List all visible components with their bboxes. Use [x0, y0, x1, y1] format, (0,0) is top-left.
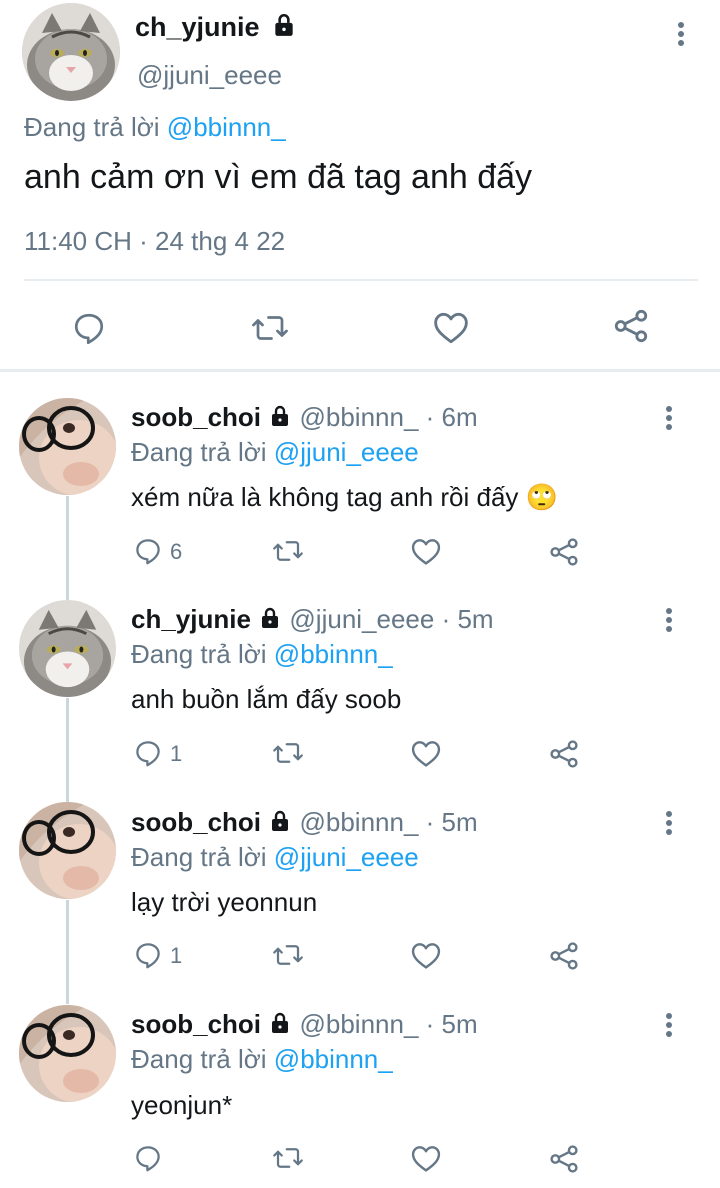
share-icon[interactable]	[548, 1143, 580, 1175]
reply-header: soob_choi @bbinnn_ · 6m	[131, 402, 478, 435]
handle[interactable]: @bbinnn_	[299, 807, 418, 837]
like-icon[interactable]	[410, 738, 442, 768]
more-options-icon[interactable]	[665, 1013, 673, 1040]
display-name[interactable]: soob_choi	[131, 402, 261, 432]
display-name-text[interactable]: ch_yjunie	[135, 12, 260, 42]
display-name[interactable]: soob_choi	[131, 1009, 261, 1039]
replying-to-link[interactable]: @jjuni_eeee	[274, 842, 419, 872]
retweet-icon[interactable]	[271, 536, 305, 566]
share-icon[interactable]	[612, 307, 650, 345]
avatar-glasses[interactable]	[19, 398, 116, 495]
lock-icon	[268, 809, 292, 840]
thread-line	[66, 900, 69, 1004]
replying-to: Đang trả lời @jjuni_eeee	[131, 437, 419, 468]
like-icon[interactable]	[410, 940, 442, 970]
more-options-icon[interactable]	[665, 608, 673, 635]
replying-to: Đang trả lời @bbinnn_	[131, 1044, 393, 1075]
avatar-glasses[interactable]	[19, 802, 116, 899]
retweet-icon[interactable]	[271, 940, 305, 970]
lock-icon	[268, 404, 292, 435]
reply-icon[interactable]	[133, 738, 163, 768]
replying-to-link[interactable]: @bbinnn_	[274, 1044, 393, 1074]
reply-icon[interactable]	[71, 310, 107, 346]
more-options-icon[interactable]	[665, 406, 673, 433]
handle[interactable]: @bbinnn_	[299, 1009, 418, 1039]
replying-to: Đang trả lời @bbinnn_	[131, 639, 393, 670]
reply-text: xém nữa là không tag anh rồi đấy	[131, 482, 519, 512]
share-icon[interactable]	[548, 940, 580, 972]
eye-roll-emoji: 🙄	[525, 482, 559, 512]
reply-header: soob_choi @bbinnn_ · 5m	[131, 807, 478, 840]
reply-time[interactable]: · 5m	[442, 604, 494, 634]
like-icon[interactable]	[410, 536, 442, 566]
replying-prefix: Đang trả lời	[24, 112, 160, 142]
reply-text-row: xém nữa là không tag anh rồi đấy 🙄	[131, 482, 558, 513]
section-divider	[0, 369, 720, 372]
lock-icon	[271, 12, 297, 45]
thread-line	[66, 496, 69, 600]
reply-text: yeonjun*	[131, 1090, 233, 1120]
more-options-icon[interactable]	[677, 22, 685, 49]
replying-to-link[interactable]: @bbinnn_	[167, 112, 286, 142]
reply-icon[interactable]	[133, 1143, 163, 1173]
display-name[interactable]: ch_yjunie	[135, 12, 297, 45]
lock-icon	[268, 1011, 292, 1042]
reply-count: 6	[170, 539, 183, 564]
reply-count: 1	[170, 741, 183, 766]
replying-to-link[interactable]: @jjuni_eeee	[274, 437, 419, 467]
tweet-timestamp[interactable]: 11:40 CH · 24 thg 4 22	[24, 226, 285, 257]
replying-to-link[interactable]: @bbinnn_	[274, 639, 393, 669]
replying-to: Đang trả lời @jjuni_eeee	[131, 842, 419, 873]
reply-time[interactable]: · 5m	[426, 1009, 478, 1039]
retweet-icon[interactable]	[271, 738, 305, 768]
like-icon[interactable]	[410, 1143, 442, 1173]
divider	[24, 279, 698, 281]
handle[interactable]: @bbinnn_	[299, 402, 418, 432]
display-name[interactable]: soob_choi	[131, 807, 261, 837]
retweet-icon[interactable]	[250, 310, 290, 346]
replying-prefix: Đang trả lời	[131, 639, 267, 669]
replying-prefix: Đang trả lời	[131, 1044, 267, 1074]
reply-text: lạy trời yeonnun	[131, 887, 318, 917]
handle[interactable]: @jjuni_eeee	[137, 60, 282, 91]
reply-header: ch_yjunie @jjuni_eeee · 5m	[131, 604, 494, 637]
reply-header: soob_choi @bbinnn_ · 5m	[131, 1009, 478, 1042]
lock-icon	[258, 606, 282, 637]
like-icon[interactable]	[432, 309, 470, 345]
reply-time[interactable]: · 5m	[426, 807, 478, 837]
display-name[interactable]: ch_yjunie	[131, 604, 251, 634]
avatar-cat[interactable]	[22, 3, 120, 101]
more-options-icon[interactable]	[665, 811, 673, 838]
handle[interactable]: @jjuni_eeee	[289, 604, 434, 634]
thread-line	[66, 698, 69, 802]
share-icon[interactable]	[548, 738, 580, 770]
share-icon[interactable]	[548, 536, 580, 568]
retweet-icon[interactable]	[271, 1143, 305, 1173]
replying-prefix: Đang trả lời	[131, 437, 267, 467]
tweet-text: anh cảm ơn vì em đã tag anh đấy	[24, 158, 533, 196]
avatar-glasses[interactable]	[19, 1005, 116, 1102]
replying-prefix: Đang trả lời	[131, 842, 267, 872]
replying-to: Đang trả lời @bbinnn_	[24, 112, 286, 143]
reply-count: 1	[170, 943, 183, 968]
avatar-cat[interactable]	[19, 600, 116, 697]
reply-text: anh buồn lắm đấy soob	[131, 684, 402, 714]
reply-time[interactable]: · 6m	[426, 402, 478, 432]
reply-icon[interactable]	[133, 536, 163, 566]
reply-icon[interactable]	[133, 940, 163, 970]
